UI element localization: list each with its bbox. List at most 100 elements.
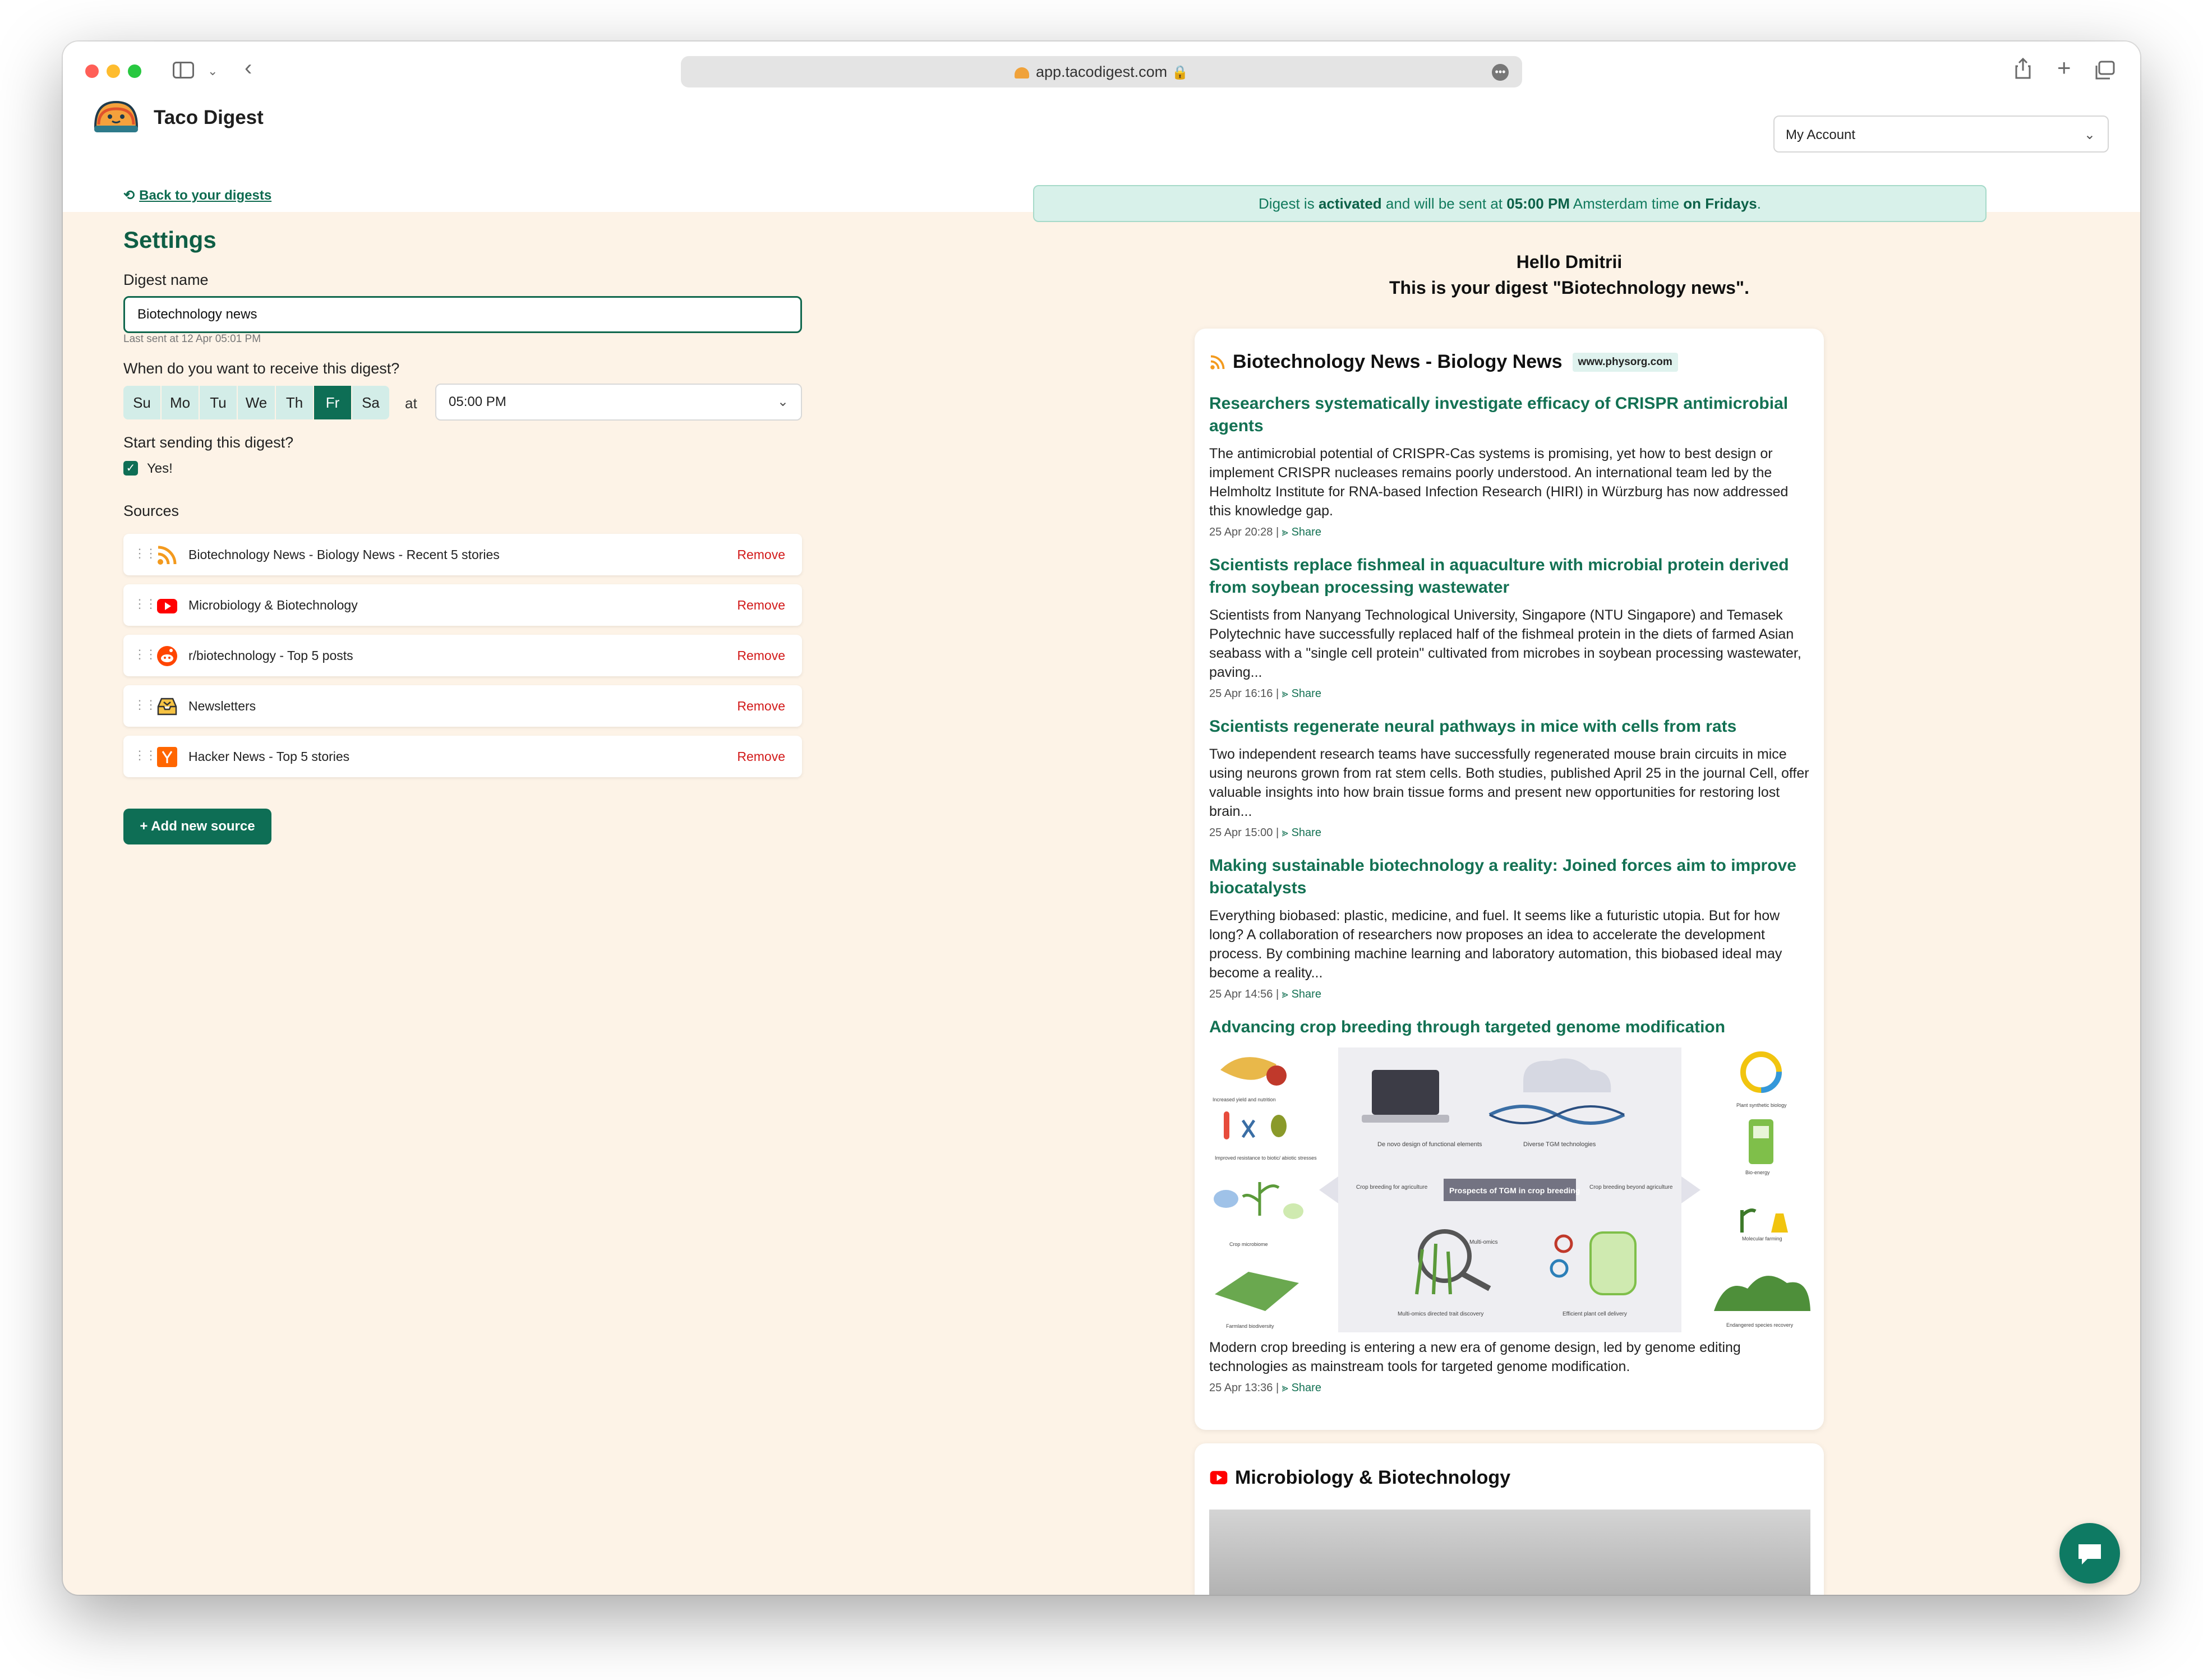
digest-name-input[interactable]: Biotechnology news: [123, 296, 802, 333]
article-title-link[interactable]: Making sustainable biotechnology a reali…: [1209, 855, 1810, 899]
source-item[interactable]: ⋮⋮ Hacker News - Top 5 stories Remove: [123, 736, 802, 777]
remove-source-button[interactable]: Remove: [737, 635, 785, 676]
farmland-icon: [1215, 1272, 1299, 1311]
thermometer-icon: [1224, 1111, 1229, 1139]
figure-label: Plant synthetic biology: [1736, 1102, 1787, 1108]
start-sending-checkbox[interactable]: ✓: [123, 461, 138, 476]
rss-icon: [158, 546, 177, 565]
youtube-icon: [157, 599, 177, 613]
minimize-window-button[interactable]: [107, 64, 120, 78]
page-title: Settings: [123, 227, 216, 253]
greeting-line: Hello Dmitrii: [1516, 252, 1623, 272]
day-toggle-su[interactable]: Su: [123, 386, 160, 419]
plant-icon: [1740, 1208, 1757, 1233]
chat-bubble-icon: [2078, 1544, 2101, 1564]
maximize-window-button[interactable]: [128, 64, 141, 78]
source-name: Biotechnology News - Biology News - Rece…: [188, 547, 500, 562]
source-item[interactable]: ⋮⋮ r/biotechnology - Top 5 posts Remove: [123, 635, 802, 676]
url-text: app.tacodigest.com: [1035, 63, 1168, 80]
share-link[interactable]: ⪢ Share: [1282, 988, 1321, 1000]
remove-source-button[interactable]: Remove: [737, 685, 785, 727]
rss-icon: [1210, 355, 1225, 370]
article-title-link[interactable]: Researchers systematically investigate e…: [1209, 393, 1810, 437]
figure-label: Bio-energy: [1745, 1170, 1770, 1175]
forest-icon: [1714, 1276, 1810, 1311]
article-meta: 25 Apr 16:16 | ⪢ Share: [1209, 687, 1321, 700]
remove-source-button[interactable]: Remove: [737, 534, 785, 575]
article-title-link[interactable]: Advancing crop breeding through targeted…: [1209, 1016, 1810, 1039]
digest-greeting: Hello Dmitrii This is your digest "Biote…: [1317, 249, 1822, 301]
more-options-icon[interactable]: •••: [1492, 64, 1509, 81]
article-title-link[interactable]: Scientists replace fishmeal in aquacultu…: [1209, 554, 1810, 599]
digest-title-line: This is your digest "Biotechnology news"…: [1389, 278, 1749, 298]
article: Researchers systematically investigate e…: [1209, 393, 1810, 539]
tab-overview-icon[interactable]: [2094, 61, 2116, 84]
figure-label: Farmland biodiversity: [1226, 1323, 1274, 1329]
back-nav-icon[interactable]: ‹: [245, 57, 252, 79]
figure-label: Crop microbiome: [1229, 1241, 1268, 1247]
hacker-news-icon: [157, 747, 177, 767]
day-toggle-mo[interactable]: Mo: [162, 386, 199, 419]
chat-support-button[interactable]: [2059, 1523, 2120, 1584]
sidebar-toggle-icon[interactable]: [173, 62, 194, 82]
site-favicon-icon: [1014, 67, 1029, 79]
article-figure[interactable]: De novo design of functional elements Di…: [1209, 1047, 1810, 1332]
laptop-icon: [1372, 1070, 1439, 1115]
feed-header: Microbiology & Biotechnology: [1209, 1467, 1510, 1492]
chevron-down-icon: ⌄: [2084, 127, 2095, 142]
day-toggle-we[interactable]: We: [238, 386, 275, 419]
close-window-button[interactable]: [85, 64, 99, 78]
domain-badge[interactable]: www.physorg.com: [1572, 352, 1678, 372]
start-checkbox-label[interactable]: Yes!: [147, 461, 173, 477]
article-body: Modern crop breeding is entering a new e…: [1209, 1338, 1810, 1395]
share-icon[interactable]: [2015, 57, 2031, 83]
figure-label: Diverse TGM technologies: [1523, 1141, 1596, 1148]
article-meta: 25 Apr 14:56 | ⪢ Share: [1209, 988, 1321, 1000]
figure-label: Endangered species recovery: [1726, 1322, 1794, 1328]
source-item[interactable]: ⋮⋮ Microbiology & Biotechnology Remove: [123, 584, 802, 626]
share-link[interactable]: ⪢ Share: [1282, 827, 1321, 839]
day-toggle-tu[interactable]: Tu: [200, 386, 237, 419]
brand-name[interactable]: Taco Digest: [154, 107, 264, 129]
video-thumbnail[interactable]: [1209, 1510, 1810, 1595]
last-sent-text: Last sent at 12 Apr 05:01 PM: [123, 333, 261, 345]
day-toggle-fr[interactable]: Fr: [314, 386, 351, 419]
plant-cell-icon: [1589, 1231, 1637, 1295]
chevron-down-icon[interactable]: ⌄: [208, 62, 218, 81]
status-banner: Digest is activated and will be sent at …: [1033, 185, 1987, 222]
figure-label: De novo design of functional elements: [1377, 1141, 1482, 1148]
article-description: The antimicrobial potential of CRISPR-Ca…: [1209, 446, 1789, 519]
account-menu[interactable]: My Account ⌄: [1773, 116, 2109, 153]
remove-source-button[interactable]: Remove: [737, 584, 785, 626]
remove-source-button[interactable]: Remove: [737, 736, 785, 777]
drag-handle-icon[interactable]: ⋮⋮: [133, 748, 157, 763]
source-name: Newsletters: [188, 699, 256, 713]
figure-label: Efficient plant cell delivery: [1563, 1311, 1627, 1317]
drag-handle-icon[interactable]: ⋮⋮: [133, 647, 157, 662]
figure-label: Multi-omics: [1469, 1239, 1498, 1245]
drag-handle-icon[interactable]: ⋮⋮: [133, 597, 157, 611]
share-link[interactable]: ⪢ Share: [1282, 1382, 1321, 1394]
day-toggle-th[interactable]: Th: [276, 386, 313, 419]
back-to-digests-link[interactable]: ⟲ Back to your digests: [123, 187, 271, 204]
day-toggle-sa[interactable]: Sa: [352, 386, 389, 419]
time-select[interactable]: 05:00 PM ⌄: [435, 384, 802, 421]
source-name: Microbiology & Biotechnology: [188, 598, 358, 612]
drag-handle-icon[interactable]: ⋮⋮: [133, 546, 157, 561]
source-item[interactable]: ⋮⋮ Newsletters Remove: [123, 685, 802, 727]
new-tab-icon[interactable]: +: [2057, 56, 2071, 80]
share-link[interactable]: ⪢ Share: [1282, 526, 1321, 538]
source-item[interactable]: ⋮⋮ Biotechnology News - Biology News - R…: [123, 534, 802, 575]
article-title-link[interactable]: Scientists regenerate neural pathways in…: [1209, 716, 1810, 738]
address-bar[interactable]: app.tacodigest.com 🔒 •••: [681, 56, 1522, 87]
digest-name-value: Biotechnology news: [137, 307, 257, 322]
share-link[interactable]: ⪢ Share: [1282, 687, 1321, 700]
taco-logo-icon[interactable]: [93, 99, 139, 137]
article-description: Scientists from Nanyang Technological Un…: [1209, 607, 1801, 680]
figure-label: Crop breeding for agriculture: [1356, 1184, 1428, 1190]
add-source-button[interactable]: + Add new source: [123, 809, 271, 844]
schedule-label: When do you want to receive this digest?: [123, 360, 400, 377]
drag-handle-icon[interactable]: ⋮⋮: [133, 698, 157, 712]
article: Advancing crop breeding through targeted…: [1209, 1016, 1810, 1039]
figure-label: Increased yield and nutrition: [1213, 1097, 1276, 1102]
